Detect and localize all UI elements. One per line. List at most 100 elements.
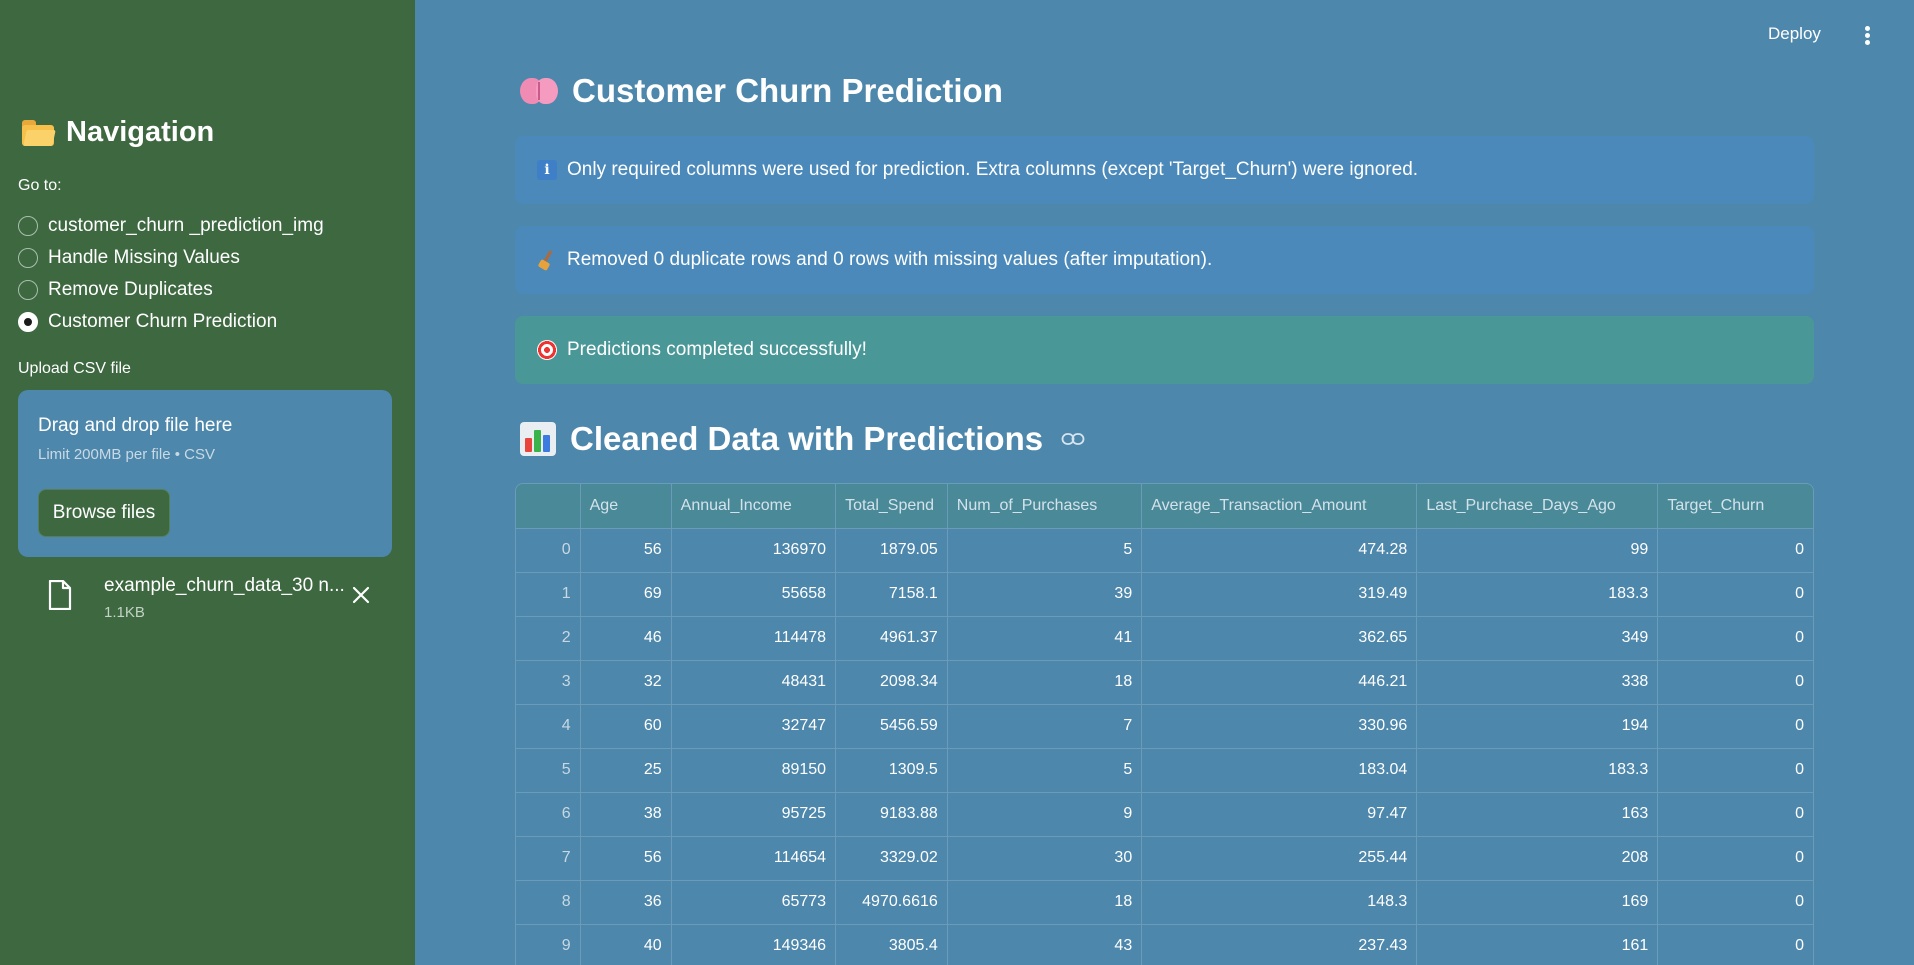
- table-cell[interactable]: 0: [1657, 748, 1813, 793]
- table-cell[interactable]: 474.28: [1141, 528, 1418, 573]
- table-cell[interactable]: 4970.6616: [835, 880, 948, 925]
- row-index-cell[interactable]: 5: [516, 748, 581, 793]
- table-cell[interactable]: 161: [1416, 924, 1659, 965]
- table-cell[interactable]: 114478: [671, 616, 837, 661]
- radio-unselected-icon[interactable]: [18, 216, 38, 236]
- browse-files-button[interactable]: Browse files: [38, 489, 170, 537]
- table-cell[interactable]: 1309.5: [835, 748, 948, 793]
- table-row[interactable]: 7 56 114654 3329.02 30 255.44 208 0: [516, 836, 1813, 881]
- table-cell[interactable]: 95725: [671, 792, 837, 837]
- table-row[interactable]: 9 40 149346 3805.4 43 237.43 161 0: [516, 924, 1813, 965]
- data-table[interactable]: Age Annual_Income Total_Spend Num_of_Purcha…: [515, 483, 1814, 965]
- radio-selected-icon[interactable]: [18, 312, 38, 332]
- nav-radio-option[interactable]: Remove Duplicates: [18, 274, 324, 306]
- table-cell[interactable]: 114654: [671, 836, 837, 881]
- row-index-cell[interactable]: 8: [516, 880, 581, 925]
- row-index-cell[interactable]: 0: [516, 528, 581, 573]
- table-cell[interactable]: 0: [1657, 836, 1813, 881]
- table-cell[interactable]: 148.3: [1141, 880, 1418, 925]
- table-cell[interactable]: 99: [1416, 528, 1659, 573]
- table-cell[interactable]: 362.65: [1141, 616, 1418, 661]
- row-index-cell[interactable]: 7: [516, 836, 581, 881]
- table-row[interactable]: 2 46 114478 4961.37 41 362.65 349 0: [516, 616, 1813, 661]
- table-cell[interactable]: 32747: [671, 704, 837, 749]
- table-cell[interactable]: 48431: [671, 660, 837, 705]
- row-index-cell[interactable]: 6: [516, 792, 581, 837]
- table-cell[interactable]: 183.3: [1416, 748, 1659, 793]
- table-row[interactable]: 8 36 65773 4970.6616 18 148.3 169 0: [516, 880, 1813, 925]
- table-cell[interactable]: 36: [580, 880, 672, 925]
- table-cell[interactable]: 330.96: [1141, 704, 1418, 749]
- table-cell[interactable]: 30: [947, 836, 1143, 881]
- row-index-cell[interactable]: 1: [516, 572, 581, 617]
- table-cell[interactable]: 136970: [671, 528, 837, 573]
- table-cell[interactable]: 0: [1657, 880, 1813, 925]
- table-cell[interactable]: 208: [1416, 836, 1659, 881]
- table-cell[interactable]: 25: [580, 748, 672, 793]
- nav-radio-option[interactable]: Customer Churn Prediction: [18, 306, 324, 338]
- table-cell[interactable]: 39: [947, 572, 1143, 617]
- table-cell[interactable]: 0: [1657, 924, 1813, 965]
- table-cell[interactable]: 55658: [671, 572, 837, 617]
- table-cell[interactable]: 7: [947, 704, 1143, 749]
- table-row[interactable]: 1 69 55658 7158.1 39 319.49 183.3 0: [516, 572, 1813, 617]
- table-cell[interactable]: 169: [1416, 880, 1659, 925]
- table-cell[interactable]: 5: [947, 528, 1143, 573]
- table-cell[interactable]: 32: [580, 660, 672, 705]
- table-cell[interactable]: 69: [580, 572, 672, 617]
- table-cell[interactable]: 18: [947, 880, 1143, 925]
- table-cell[interactable]: 5: [947, 748, 1143, 793]
- table-cell[interactable]: 43: [947, 924, 1143, 965]
- table-cell[interactable]: 1879.05: [835, 528, 948, 573]
- table-cell[interactable]: 9: [947, 792, 1143, 837]
- table-row[interactable]: 0 56 136970 1879.05 5 474.28 99 0: [516, 528, 1813, 573]
- close-icon[interactable]: [348, 582, 374, 608]
- table-cell[interactable]: 183.04: [1141, 748, 1418, 793]
- table-cell[interactable]: 237.43: [1141, 924, 1418, 965]
- table-cell[interactable]: 163: [1416, 792, 1659, 837]
- row-index-cell[interactable]: 4: [516, 704, 581, 749]
- table-cell[interactable]: 183.3: [1416, 572, 1659, 617]
- table-cell[interactable]: 319.49: [1141, 572, 1418, 617]
- table-cell[interactable]: 56: [580, 836, 672, 881]
- table-cell[interactable]: 349: [1416, 616, 1659, 661]
- table-row[interactable]: 4 60 32747 5456.59 7 330.96 194 0: [516, 704, 1813, 749]
- nav-radio-option[interactable]: customer_churn _prediction_img: [18, 210, 324, 242]
- table-cell[interactable]: 0: [1657, 792, 1813, 837]
- column-header[interactable]: Average_Transaction_Amount: [1141, 484, 1418, 529]
- table-cell[interactable]: 0: [1657, 528, 1813, 573]
- table-cell[interactable]: 0: [1657, 660, 1813, 705]
- table-cell[interactable]: 60: [580, 704, 672, 749]
- table-cell[interactable]: 3805.4: [835, 924, 948, 965]
- table-row[interactable]: 5 25 89150 1309.5 5 183.04 183.3 0: [516, 748, 1813, 793]
- table-cell[interactable]: 338: [1416, 660, 1659, 705]
- table-cell[interactable]: 446.21: [1141, 660, 1418, 705]
- table-cell[interactable]: 0: [1657, 616, 1813, 661]
- link-icon[interactable]: [1061, 432, 1085, 446]
- column-header[interactable]: Num_of_Purchases: [947, 484, 1143, 529]
- table-cell[interactable]: 0: [1657, 572, 1813, 617]
- table-cell[interactable]: 2098.34: [835, 660, 948, 705]
- table-cell[interactable]: 4961.37: [835, 616, 948, 661]
- table-cell[interactable]: 18: [947, 660, 1143, 705]
- table-cell[interactable]: 149346: [671, 924, 837, 965]
- radio-unselected-icon[interactable]: [18, 280, 38, 300]
- table-cell[interactable]: 38: [580, 792, 672, 837]
- table-cell[interactable]: 41: [947, 616, 1143, 661]
- deploy-button[interactable]: Deploy: [1768, 24, 1821, 44]
- table-cell[interactable]: 5456.59: [835, 704, 948, 749]
- table-cell[interactable]: 3329.02: [835, 836, 948, 881]
- table-cell[interactable]: 46: [580, 616, 672, 661]
- table-cell[interactable]: 7158.1: [835, 572, 948, 617]
- more-options-icon[interactable]: [1862, 26, 1872, 50]
- table-cell[interactable]: 97.47: [1141, 792, 1418, 837]
- table-cell[interactable]: 9183.88: [835, 792, 948, 837]
- nav-radio-option[interactable]: Handle Missing Values: [18, 242, 324, 274]
- row-index-cell[interactable]: 2: [516, 616, 581, 661]
- table-cell[interactable]: 65773: [671, 880, 837, 925]
- table-cell[interactable]: 255.44: [1141, 836, 1418, 881]
- column-header[interactable]: Annual_Income: [671, 484, 837, 529]
- table-cell[interactable]: 89150: [671, 748, 837, 793]
- table-cell[interactable]: 194: [1416, 704, 1659, 749]
- radio-unselected-icon[interactable]: [18, 248, 38, 268]
